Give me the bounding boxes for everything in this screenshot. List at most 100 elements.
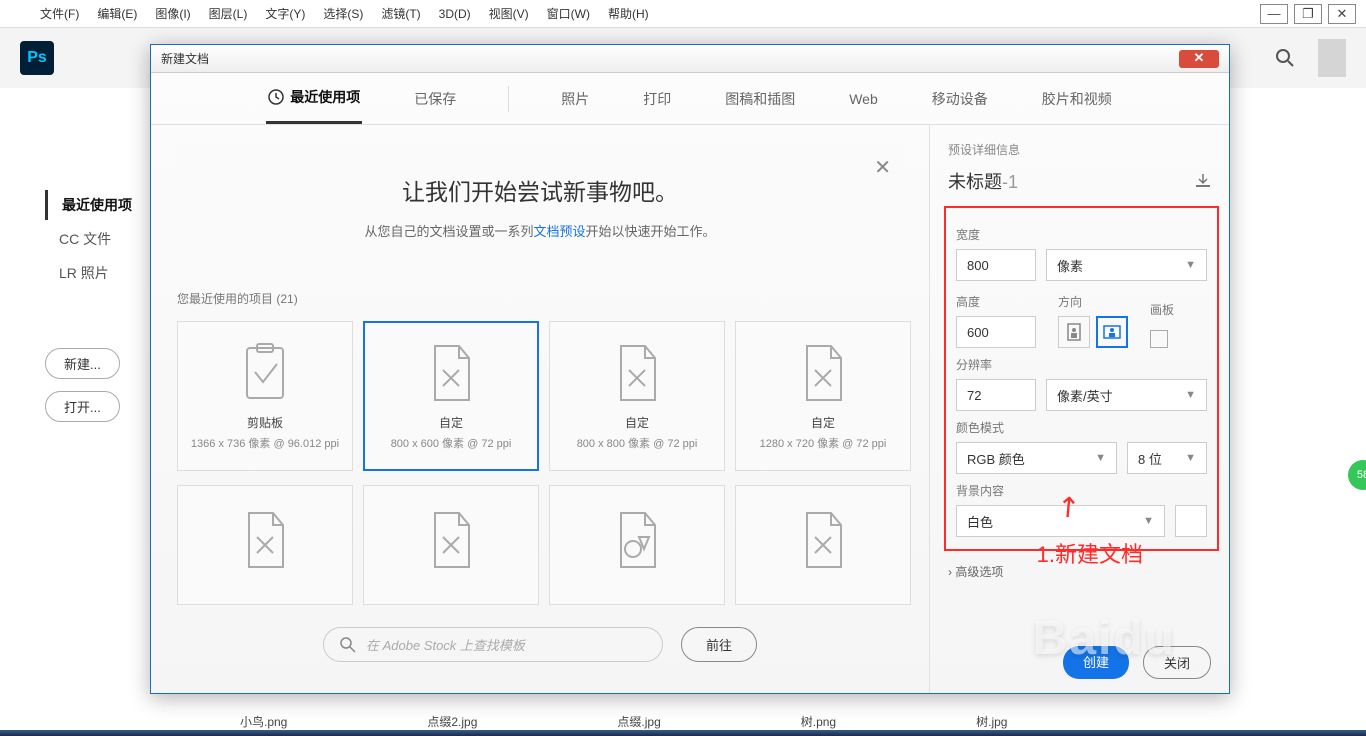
menu-text[interactable]: 文字(Y)	[265, 5, 305, 22]
menu-image[interactable]: 图像(I)	[155, 5, 190, 22]
tab-print[interactable]: 打印	[641, 75, 673, 123]
orientation-portrait-button[interactable]	[1058, 316, 1090, 348]
menu-view[interactable]: 视图(V)	[489, 5, 529, 22]
preset-cards-row2	[177, 485, 903, 605]
height-label: 高度	[956, 293, 1036, 310]
preset-card-custom-800x800[interactable]: 自定 800 x 800 像素 @ 72 ppi	[549, 321, 725, 471]
tab-saved[interactable]: 已保存	[412, 75, 458, 123]
bit-depth-select[interactable]: 8 位▼	[1127, 442, 1207, 474]
tab-mobile[interactable]: 移动设备	[930, 75, 990, 123]
dialog-title: 新建文档	[161, 50, 1179, 67]
chevron-right-icon: ›	[948, 565, 952, 579]
width-input[interactable]: 800	[956, 249, 1036, 281]
resolution-unit-select[interactable]: 像素/英寸▼	[1046, 379, 1207, 411]
panel-toggle-button[interactable]	[1318, 39, 1346, 77]
menu-edit[interactable]: 编辑(E)	[97, 5, 137, 22]
tab-film[interactable]: 胶片和视频	[1040, 75, 1114, 123]
preset-card[interactable]	[735, 485, 911, 605]
chevron-down-icon: ▼	[1095, 452, 1106, 464]
recent-files-peek: 小鸟.png 点缀2.jpg 点缀.jpg 树.png 树.jpg	[240, 713, 1326, 730]
color-mode-label: 颜色模式	[956, 419, 1207, 436]
tab-web[interactable]: Web	[847, 77, 880, 121]
tab-recent-label: 最近使用项	[290, 87, 360, 107]
stock-search-input[interactable]: 在 Adobe Stock 上查找模板	[323, 627, 663, 662]
search-icon	[340, 637, 356, 653]
dialog-tabs: 最近使用项 已保存 照片 打印 图稿和插图 Web 移动设备 胶片和视频	[151, 73, 1229, 125]
file-thumb[interactable]: 树.jpg	[976, 713, 1007, 730]
document-icon	[797, 509, 849, 571]
resolution-input[interactable]: 72	[956, 379, 1036, 411]
hero-subtitle: 从您自己的文档设置或一系列文档预设开始以快速开始工作。	[197, 221, 883, 240]
preset-card[interactable]	[177, 485, 353, 605]
menu-layer[interactable]: 图层(L)	[209, 5, 248, 22]
file-thumb[interactable]: 小鸟.png	[240, 713, 287, 730]
preset-card[interactable]	[363, 485, 539, 605]
preset-card-clipboard[interactable]: 剪贴板 1366 x 736 像素 @ 96.012 ppi	[177, 321, 353, 471]
recent-count: (21)	[276, 292, 297, 306]
hero-banner: ✕ 让我们开始尝试新事物吧。 从您自己的文档设置或一系列文档预设开始以快速开始工…	[177, 145, 903, 264]
menu-filter[interactable]: 滤镜(T)	[381, 5, 420, 22]
document-icon	[611, 342, 663, 404]
chevron-down-icon: ▼	[1185, 259, 1196, 271]
hero-presets-link[interactable]: 文档预设	[533, 224, 585, 239]
tab-art[interactable]: 图稿和插图	[723, 75, 797, 123]
dialog-left-panel: ✕ 让我们开始尝试新事物吧。 从您自己的文档设置或一系列文档预设开始以快速开始工…	[151, 125, 929, 693]
window-restore-button[interactable]: ❐	[1294, 4, 1322, 24]
open-button[interactable]: 打开...	[45, 391, 120, 422]
annotation-highlight-box: 宽度 800 像素▼ 高度 600 方向	[944, 206, 1219, 551]
hero-close-icon[interactable]: ✕	[874, 155, 891, 180]
save-preset-icon[interactable]	[1195, 174, 1211, 188]
menu-3d[interactable]: 3D(D)	[439, 7, 471, 21]
menu-window[interactable]: 窗口(W)	[547, 5, 590, 22]
background-swatch[interactable]	[1175, 505, 1207, 537]
stock-placeholder: 在 Adobe Stock 上查找模板	[366, 635, 525, 654]
artboard-checkbox[interactable]	[1150, 330, 1168, 348]
preset-card-custom-1280x720[interactable]: 自定 1280 x 720 像素 @ 72 ppi	[735, 321, 911, 471]
tab-photo[interactable]: 照片	[559, 75, 591, 123]
sidebar-item-recent[interactable]: 最近使用项	[45, 190, 165, 220]
clipboard-icon	[239, 342, 291, 404]
green-badge: 58	[1348, 460, 1366, 490]
advanced-options-toggle[interactable]: › 高级选项	[930, 551, 1229, 592]
dialog-close-button[interactable]: ✕	[1179, 50, 1219, 68]
color-mode-select[interactable]: RGB 颜色▼	[956, 442, 1117, 474]
windows-taskbar[interactable]	[0, 730, 1366, 736]
hero-sub-prefix: 从您自己的文档设置或一系列	[364, 224, 533, 239]
card-title: 自定	[811, 414, 835, 431]
preset-details-panel: 预设详细信息 未标题-1 宽度 800 像素▼ 高度 600	[929, 125, 1229, 693]
cancel-button[interactable]: 关闭	[1143, 646, 1211, 679]
shapes-icon	[611, 509, 663, 571]
details-header-label: 预设详细信息	[930, 141, 1229, 168]
menu-file[interactable]: 文件(F)	[40, 5, 79, 22]
preset-card[interactable]	[549, 485, 725, 605]
stock-go-button[interactable]: 前往	[681, 627, 757, 662]
file-thumb[interactable]: 树.png	[801, 713, 836, 730]
sidebar-item-lr-photos[interactable]: LR 照片	[45, 258, 165, 288]
background-select[interactable]: 白色▼	[956, 505, 1165, 537]
window-minimize-button[interactable]: —	[1260, 4, 1288, 24]
menu-select[interactable]: 选择(S)	[323, 5, 363, 22]
chevron-down-icon: ▼	[1185, 452, 1196, 464]
tab-recent[interactable]: 最近使用项	[266, 73, 362, 124]
file-thumb[interactable]: 点缀.jpg	[617, 713, 660, 730]
menu-help[interactable]: 帮助(H)	[608, 5, 649, 22]
ps-logo-icon: Ps	[20, 41, 54, 75]
search-icon[interactable]	[1270, 43, 1300, 73]
card-subtitle: 1280 x 720 像素 @ 72 ppi	[760, 435, 887, 451]
artboard-label: 画板	[1150, 301, 1174, 318]
orientation-landscape-button[interactable]	[1096, 316, 1128, 348]
height-input[interactable]: 600	[956, 316, 1036, 348]
chevron-down-icon: ▼	[1185, 389, 1196, 401]
file-thumb[interactable]: 点缀2.jpg	[427, 713, 477, 730]
card-title: 自定	[439, 414, 463, 431]
document-name[interactable]: 未标题-1	[948, 168, 1195, 194]
new-button[interactable]: 新建...	[45, 348, 120, 379]
create-button[interactable]: 创建	[1063, 646, 1129, 679]
card-subtitle: 800 x 600 像素 @ 72 ppi	[391, 435, 512, 451]
card-subtitle: 1366 x 736 像素 @ 96.012 ppi	[191, 435, 339, 451]
width-unit-select[interactable]: 像素▼	[1046, 249, 1207, 281]
sidebar-item-cc-files[interactable]: CC 文件	[45, 224, 165, 254]
background-label: 背景内容	[956, 482, 1207, 499]
window-close-button[interactable]: ✕	[1328, 4, 1356, 24]
preset-card-custom-800x600[interactable]: 自定 800 x 600 像素 @ 72 ppi	[363, 321, 539, 471]
